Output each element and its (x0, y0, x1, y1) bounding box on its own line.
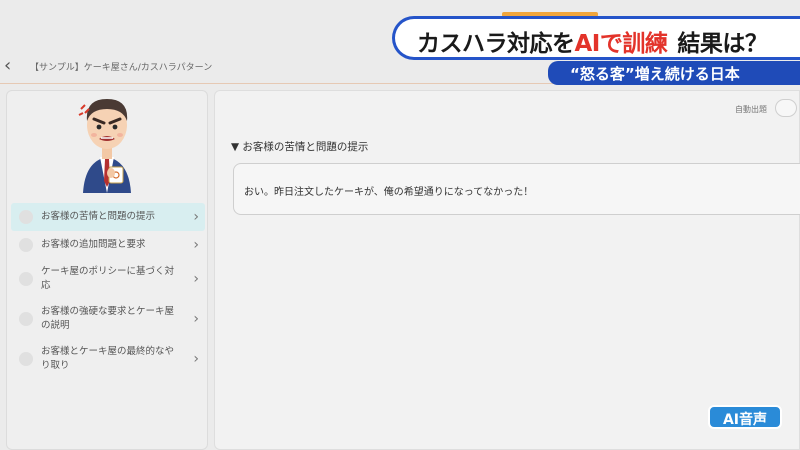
chevron-right-icon: › (193, 351, 199, 367)
news-subheadline: “怒る客”増え続ける日本 (548, 61, 800, 85)
auto-question-label: 自動出題 (735, 105, 767, 114)
back-icon[interactable]: ‹ (4, 56, 20, 76)
headline-part2: 結果は？ (677, 31, 768, 57)
subheadline-text: “怒る客”増え続ける日本 (570, 65, 740, 83)
chevron-right-icon: › (193, 209, 199, 225)
screen: ‹ 【サンプル】ケーキ屋さん/カスハラパターン お客様の苦情と問題の提示 › お… (0, 0, 800, 450)
step-status-icon (19, 210, 33, 224)
auto-question-toggle[interactable] (775, 99, 797, 117)
step-status-icon (19, 272, 33, 286)
step-item-strong-demand[interactable]: お客様の強硬な要求とケーキ屋の説明 › (11, 299, 205, 339)
step-status-icon (19, 312, 33, 326)
step-list: お客様の苦情と問題の提示 › お客様の追加問題と要求 › ケーキ屋のポリシーに基… (7, 203, 207, 379)
step-label: お客様の強硬な要求とケーキ屋の説明 (41, 306, 175, 331)
step-item-policy-response[interactable]: ケーキ屋のポリシーに基づく対応 › (11, 259, 205, 299)
step-status-icon (19, 238, 33, 252)
ai-voice-badge: AI音声 (708, 405, 782, 429)
step-status-icon (19, 352, 33, 366)
customer-message-bubble: おい。昨日注文したケーキが、俺の希望通りになってなかった！ (233, 163, 800, 215)
step-label: お客様の追加問題と要求 (41, 239, 146, 250)
step-label: お客様の苦情と問題の提示 (41, 211, 156, 222)
chevron-right-icon: › (193, 311, 199, 327)
scenario-sidebar: お客様の苦情と問題の提示 › お客様の追加問題と要求 › ケーキ屋のポリシーに基… (6, 90, 208, 450)
news-headline: カスハラ対応をAIで訓練 結果は？ (392, 16, 800, 60)
step-label: お客様とケーキ屋の最終的なやり取り (41, 346, 175, 371)
angry-customer-avatar (78, 99, 131, 193)
headline-text: カスハラ対応をAIで訓練 結果は？ (417, 24, 768, 58)
chevron-right-icon: › (193, 237, 199, 253)
breadcrumb: 【サンプル】ケーキ屋さん/カスハラパターン (30, 63, 213, 73)
step-item-complaint[interactable]: お客様の苦情と問題の提示 › (11, 203, 205, 231)
step-item-final-exchange[interactable]: お客様とケーキ屋の最終的なやり取り › (11, 339, 205, 379)
conversation-panel: 自動出題 ▼ お客様の苦情と問題の提示 おい。昨日注文したケーキが、俺の希望通り… (214, 90, 800, 450)
ai-voice-label: AI音声 (722, 412, 768, 428)
customer-message: おい。昨日注文したケーキが、俺の希望通りになってなかった！ (244, 187, 534, 198)
headline-part1: カスハラ対応を (417, 31, 575, 57)
step-item-additional-demand[interactable]: お客様の追加問題と要求 › (11, 231, 205, 259)
step-label: ケーキ屋のポリシーに基づく対応 (41, 266, 175, 291)
chevron-right-icon: › (193, 271, 199, 287)
headline-accent: AIで訓練 (574, 31, 668, 57)
section-title: ▼ お客様の苦情と問題の提示 (231, 141, 369, 153)
